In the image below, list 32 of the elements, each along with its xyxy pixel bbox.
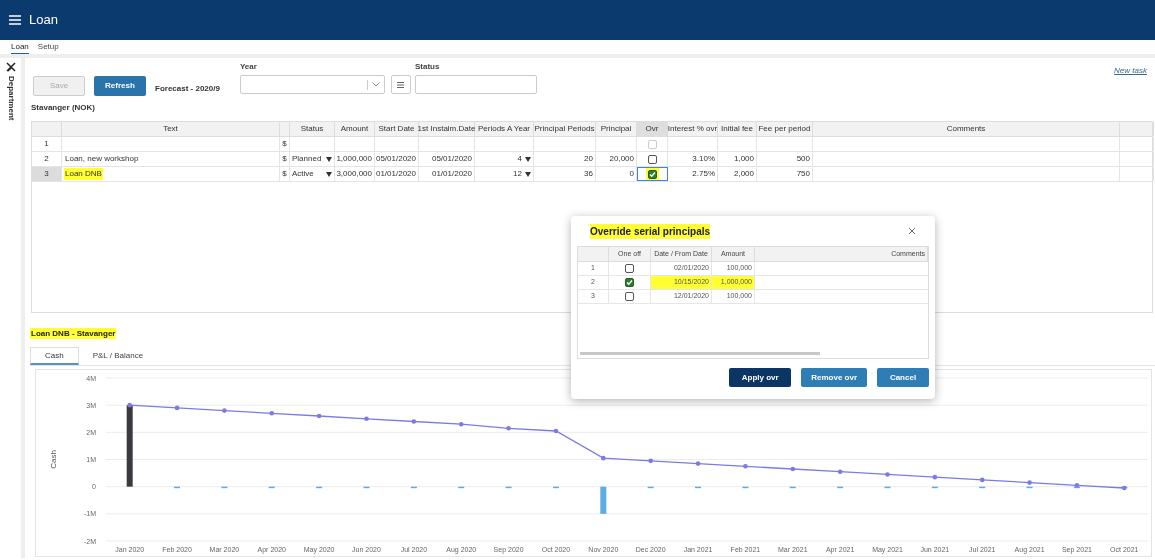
table-cell: 2,000 [733, 168, 754, 180]
table-cell: 01/01/2020 [375, 168, 416, 180]
table-cell: 36 [584, 168, 593, 180]
table-cell: Loan, new workshop [64, 153, 140, 165]
table-cell: 2.75% [692, 168, 715, 180]
table-cell: $ [282, 138, 287, 150]
table-cell: 20 [584, 153, 593, 165]
dialog-title: Override serial principals [590, 223, 711, 239]
table-cell: $ [282, 153, 287, 165]
table-cell: 750 [796, 168, 810, 180]
table-cell: Loan DNB [64, 168, 103, 180]
field-label: Status [414, 61, 441, 73]
table-cell: $ [282, 168, 287, 180]
table-cell: 20,000 [609, 153, 634, 165]
table-cell: 500 [796, 153, 810, 165]
table-cell: 1,000,000 [336, 153, 372, 165]
table-cell: 01/01/2020 [431, 168, 472, 180]
row-number: 1 [44, 138, 49, 150]
table-cell: 0 [629, 168, 634, 180]
row-number: 3 [44, 168, 49, 180]
table-cell: 3,000,000 [336, 168, 372, 180]
table-cell: 1,000 [733, 153, 754, 165]
forecast-label: Forecast - 2020/9 [155, 83, 220, 95]
table-cell: 3.10% [692, 153, 715, 165]
axis-title: Cash [49, 450, 58, 469]
row-number: 2 [44, 153, 49, 165]
table-cell: 05/01/2020 [375, 153, 416, 165]
app-title: Loan [29, 11, 58, 30]
field-label: Year [239, 61, 258, 73]
grid-title: Stavanger (NOK) [31, 102, 96, 114]
chart-title: Loan DNB - Stavanger [30, 328, 117, 339]
table-cell: 05/01/2020 [431, 153, 472, 165]
